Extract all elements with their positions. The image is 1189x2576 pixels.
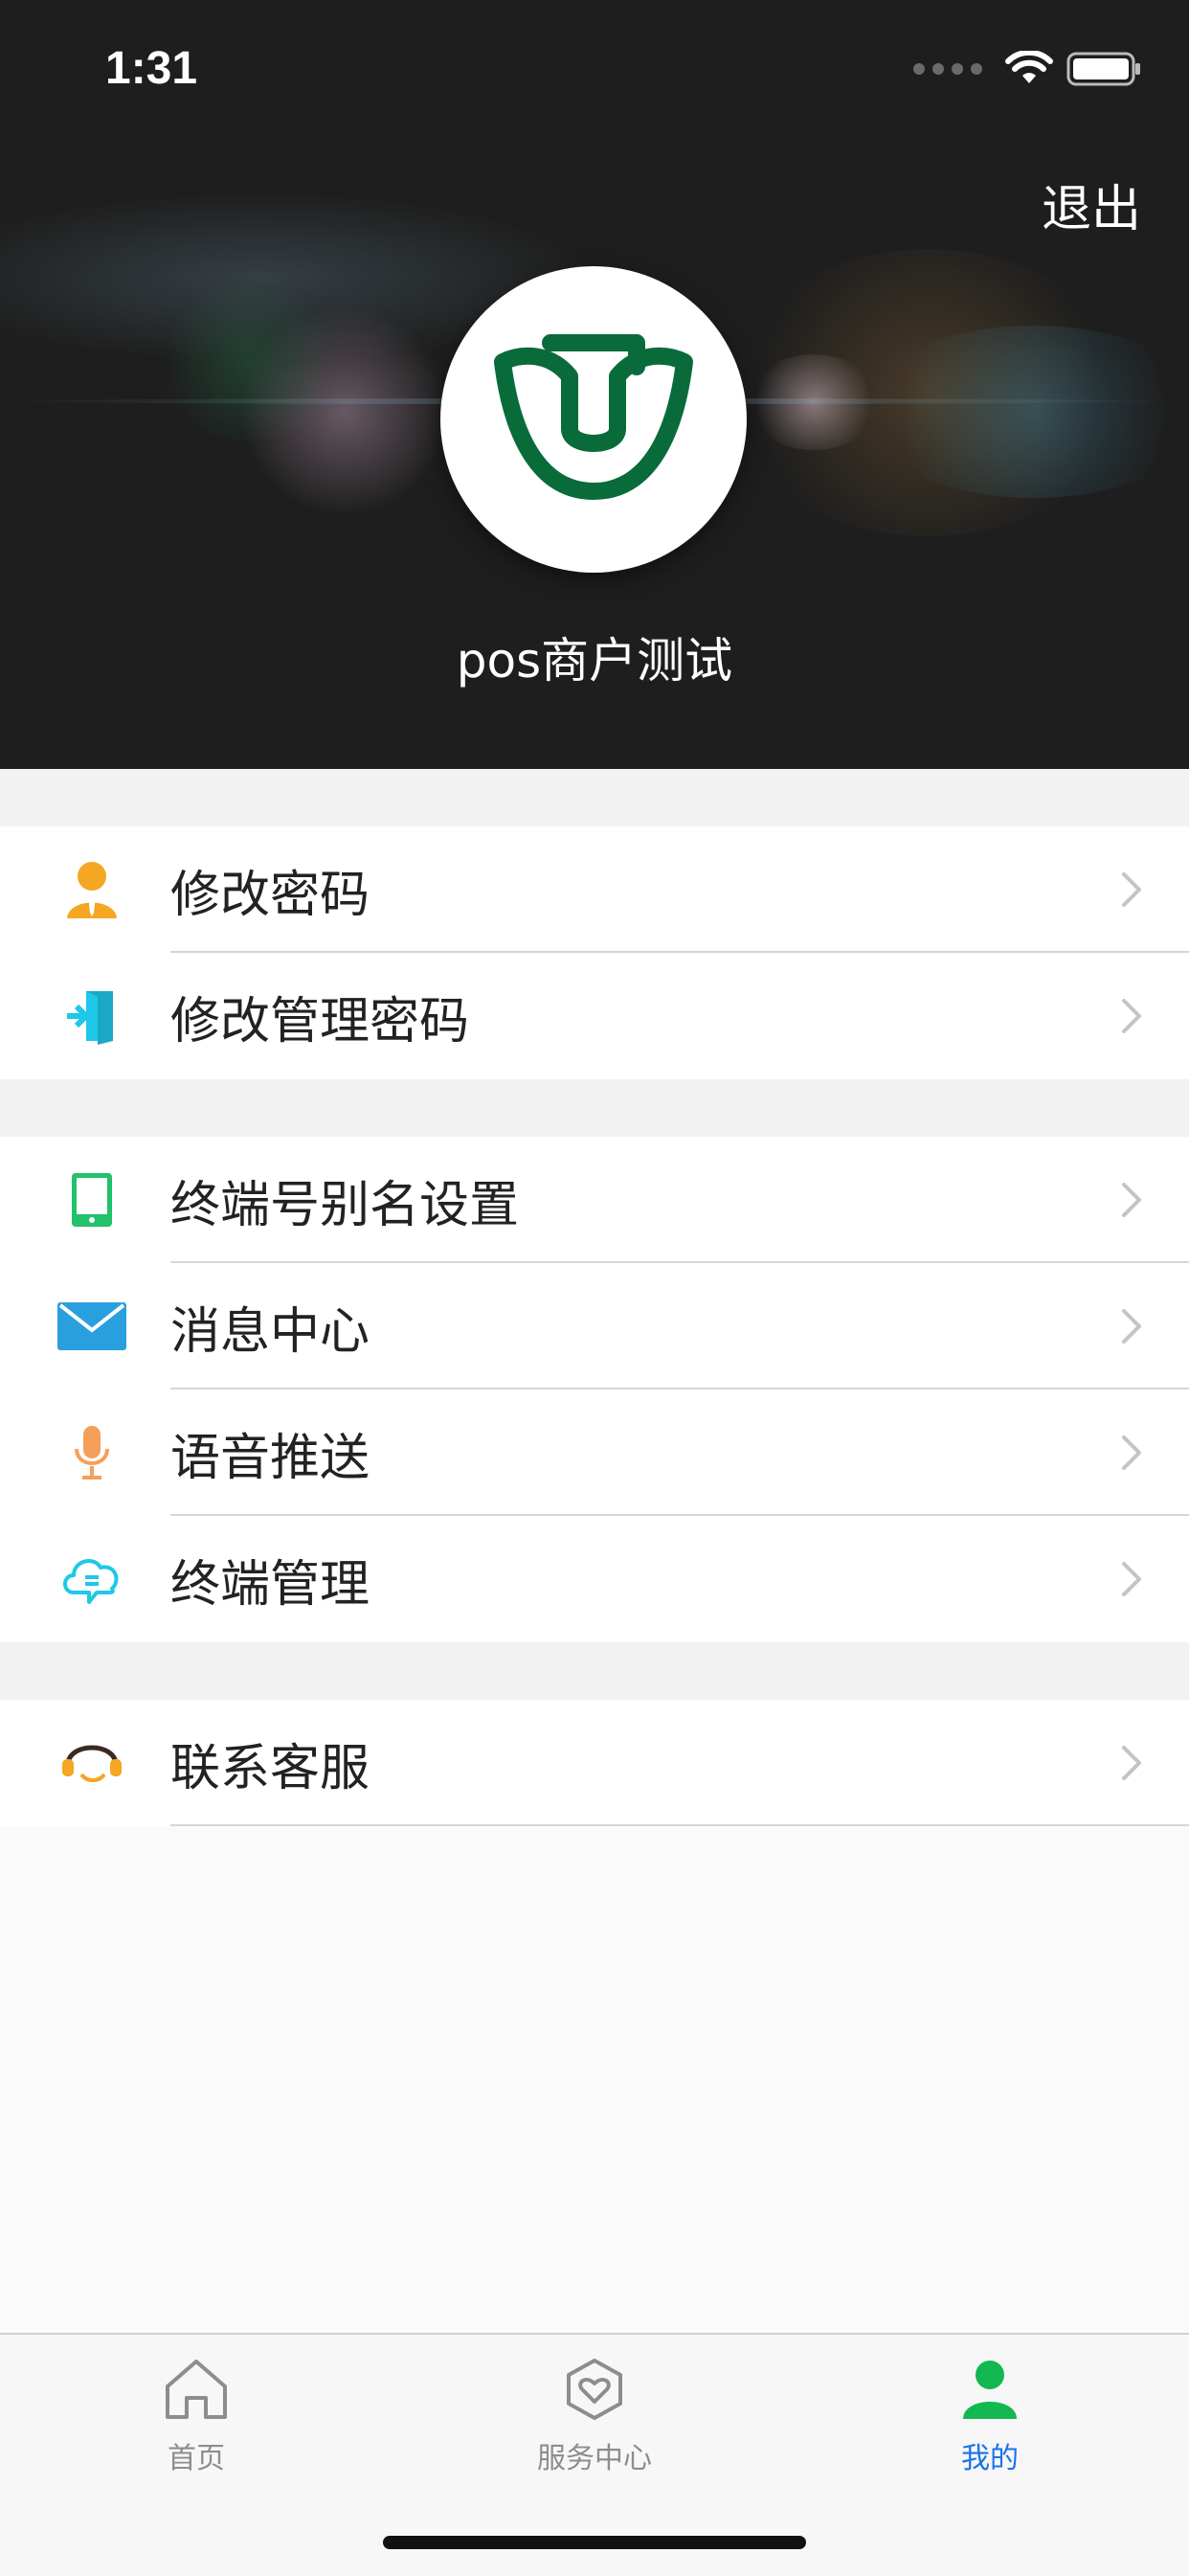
menu-item-contact-support[interactable]: 联系客服 [0, 1700, 1189, 1826]
tablet-icon [44, 1162, 140, 1238]
logout-button[interactable]: 退出 [1042, 169, 1141, 240]
section-gap [0, 769, 1189, 826]
menu-item-label: 修改密码 [170, 866, 370, 924]
menu-item-label: 联系客服 [170, 1739, 370, 1797]
chevron-right-icon [1120, 1744, 1143, 1782]
menu-item-terminal-management[interactable]: 终端管理 [0, 1516, 1189, 1642]
profile-icon [963, 2361, 1017, 2419]
menu-item-label: 修改管理密码 [170, 992, 470, 1051]
menu-item-message-center[interactable]: 消息中心 [0, 1263, 1189, 1390]
menu-item-label: 终端管理 [170, 1555, 370, 1614]
chevron-right-icon [1120, 870, 1143, 909]
door-enter-icon [44, 978, 140, 1054]
section-gap [0, 1642, 1189, 1700]
microphone-icon [44, 1414, 140, 1491]
tab-label: 服务中心 [537, 2442, 652, 2475]
divider [170, 1824, 1189, 1826]
menu-item-label: 终端号别名设置 [170, 1176, 520, 1234]
tab-service-center[interactable]: 服务中心 [480, 2358, 709, 2476]
chevron-right-icon [1120, 997, 1143, 1035]
merchant-logo-icon [494, 334, 693, 500]
merchant-name: pos商户测试 [456, 633, 733, 689]
section-gap [0, 1079, 1189, 1137]
tab-label: 首页 [168, 2442, 225, 2475]
tab-mine[interactable]: 我的 [875, 2358, 1105, 2476]
headset-icon [44, 1725, 140, 1801]
wifi-icon [1005, 51, 1053, 83]
status-icons [913, 50, 1143, 88]
user-icon [44, 851, 140, 928]
cellular-signal-icon [913, 63, 982, 75]
menu-item-terminal-alias[interactable]: 终端号别名设置 [0, 1137, 1189, 1263]
profile-header: 1:31 退出 pos商户测试 [0, 0, 1189, 769]
chevron-right-icon [1120, 1181, 1143, 1219]
menu-item-voice-push[interactable]: 语音推送 [0, 1390, 1189, 1516]
menu-group-terminal: 终端号别名设置 消息中心 语音推送 终端管理 [0, 1137, 1189, 1642]
menu-group-account: 修改密码 修改管理密码 [0, 826, 1189, 1079]
menu-item-change-password[interactable]: 修改密码 [0, 826, 1189, 953]
chevron-right-icon [1120, 1434, 1143, 1472]
battery-icon [1066, 52, 1140, 86]
menu-item-label: 语音推送 [170, 1429, 370, 1487]
chevron-right-icon [1120, 1307, 1143, 1345]
mail-icon [44, 1288, 140, 1365]
status-time: 1:31 [105, 43, 198, 94]
menu-item-label: 消息中心 [170, 1302, 370, 1361]
service-heart-icon [567, 2359, 622, 2420]
tab-home[interactable]: 首页 [81, 2358, 311, 2476]
merchant-avatar [440, 266, 747, 573]
cloud-chat-icon [44, 1541, 140, 1617]
menu-item-change-admin-password[interactable]: 修改管理密码 [0, 953, 1189, 1079]
home-indicator [383, 2536, 806, 2549]
chevron-right-icon [1120, 1560, 1143, 1598]
tab-label: 我的 [961, 2442, 1019, 2475]
home-icon [166, 2360, 227, 2419]
menu-group-support: 联系客服 [0, 1700, 1189, 1826]
